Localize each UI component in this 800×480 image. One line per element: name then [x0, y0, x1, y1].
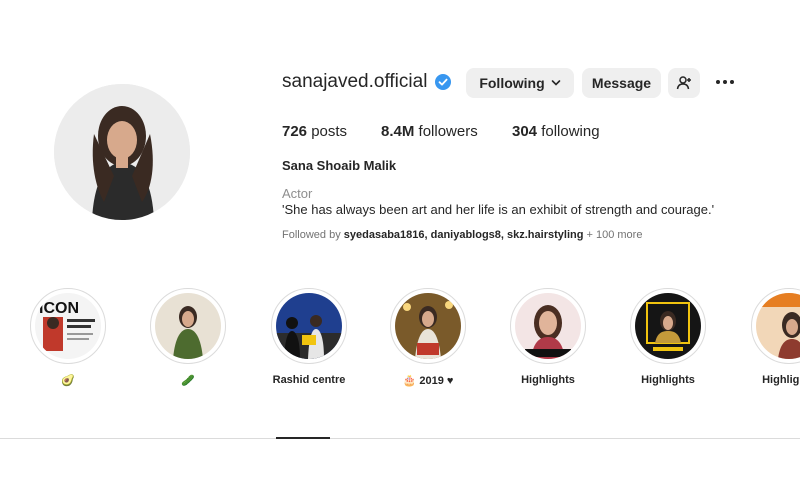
- suggest-users-button[interactable]: [668, 68, 700, 98]
- highlight-label: 🥒: [181, 375, 195, 387]
- highlight-ring: [271, 288, 347, 364]
- story-highlight[interactable]: 🥒: [149, 288, 227, 387]
- verified-badge-icon: [435, 74, 452, 90]
- highlight-cover: [155, 293, 221, 359]
- followed-by[interactable]: Followed by syedasaba1816, daniyablogs8,…: [282, 229, 642, 241]
- highlight-cover: ICON: [35, 293, 101, 359]
- highlight-label: Highlights: [521, 374, 575, 386]
- story-highlight[interactable]: Rashid centre: [270, 288, 348, 386]
- story-highlight[interactable]: ICON 🥑: [29, 288, 107, 387]
- story-highlight[interactable]: Highlights: [629, 288, 707, 386]
- highlight-cover: [756, 293, 800, 359]
- story-highlight[interactable]: Highlights: [750, 288, 800, 386]
- tabs-divider: [0, 438, 800, 439]
- followers-number: 8.4M: [381, 123, 415, 140]
- username: sanajaved.official: [282, 71, 428, 92]
- followers-label: followers: [414, 123, 478, 140]
- bio-text: 'She has always been art and her life is…: [282, 202, 715, 217]
- highlight-label: Highlights: [762, 374, 800, 386]
- more-options-button[interactable]: [712, 72, 738, 92]
- following-button[interactable]: Following: [466, 68, 574, 98]
- posts-count: 726 posts: [282, 123, 347, 140]
- story-highlight[interactable]: 🎂 2019 ♥: [389, 288, 467, 387]
- full-name: Sana Shoaib Malik: [282, 158, 397, 173]
- followed-by-names[interactable]: syedasaba1816, daniyablogs8, skz.hairsty…: [344, 229, 584, 241]
- story-highlight[interactable]: Highlights: [509, 288, 587, 386]
- highlight-label: Highlights: [641, 374, 695, 386]
- followers-link[interactable]: 8.4M followers: [381, 123, 478, 140]
- active-tab-indicator[interactable]: [276, 437, 330, 439]
- more-dots-icon: [716, 80, 720, 84]
- highlight-ring: [510, 288, 586, 364]
- posts-label: posts: [307, 123, 348, 140]
- following-label: following: [537, 123, 600, 140]
- highlight-ring: [751, 288, 800, 364]
- highlight-cover: [515, 293, 581, 359]
- following-button-label: Following: [479, 75, 545, 91]
- username-row: sanajaved.official: [282, 71, 452, 93]
- following-link[interactable]: 304 following: [512, 123, 600, 140]
- profile-avatar[interactable]: [54, 84, 190, 220]
- posts-number: 726: [282, 123, 308, 140]
- highlight-label: 🥑: [61, 375, 75, 387]
- add-user-icon: [676, 76, 691, 90]
- highlight-ring: [630, 288, 706, 364]
- following-number: 304: [512, 123, 538, 140]
- highlight-cover: [635, 293, 701, 359]
- profile-photo: [54, 84, 190, 220]
- followed-by-more: + 100 more: [583, 229, 643, 241]
- highlight-cover: [276, 293, 342, 359]
- more-dot: [723, 80, 727, 84]
- followed-by-prefix: Followed by: [282, 229, 344, 241]
- highlight-label: Rashid centre: [272, 374, 346, 386]
- more-dot: [730, 80, 734, 84]
- highlight-cover: [395, 293, 461, 359]
- chevron-down-icon: [551, 80, 560, 86]
- svg-text:ICON: ICON: [39, 300, 79, 317]
- highlight-ring: [150, 288, 226, 364]
- category-label: Actor: [282, 186, 313, 201]
- highlight-ring: ICON: [30, 288, 106, 364]
- message-button[interactable]: Message: [582, 68, 661, 98]
- highlight-label: 🎂 2019 ♥: [402, 375, 454, 387]
- highlight-ring: [390, 288, 466, 364]
- message-button-label: Message: [591, 75, 652, 91]
